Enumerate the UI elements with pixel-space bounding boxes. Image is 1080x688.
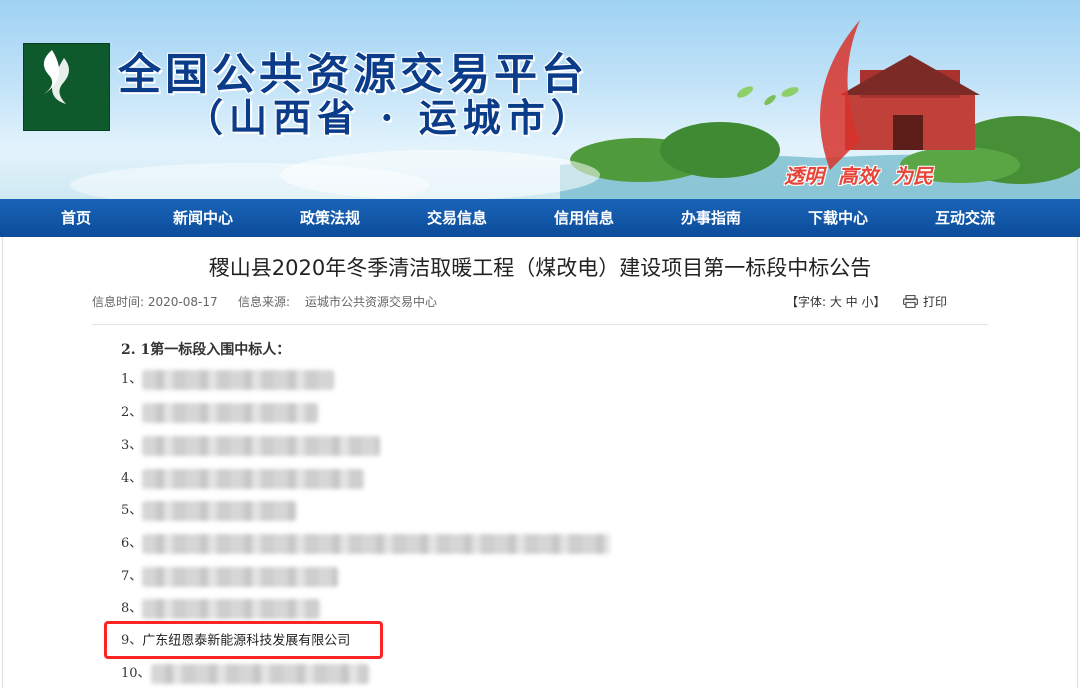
list-item: 1、 <box>121 369 335 391</box>
redacted-name <box>142 403 319 423</box>
nav-interaction[interactable]: 互动交流 <box>910 199 1020 237</box>
list-item: 8、 <box>121 598 321 620</box>
main-nav: 首页 新闻中心 政策法规 交易信息 信用信息 办事指南 下载中心 互动交流 <box>0 199 1080 237</box>
redacted-name <box>150 664 369 684</box>
nav-trade-info[interactable]: 交易信息 <box>402 199 512 237</box>
highlight-box <box>104 621 383 659</box>
header-banner: 全国公共资源交易平台 （山西省 · 运城市） 透明 高效 为民 <box>0 0 1080 199</box>
article-title: 稷山县2020年冬季清洁取暖工程（煤改电）建设项目第一标段中标公告 <box>208 256 872 280</box>
nav-policy[interactable]: 政策法规 <box>275 199 385 237</box>
list-item: 7、 <box>121 566 339 588</box>
info-source-label: 信息来源: <box>238 295 291 309</box>
redacted-name <box>142 501 297 521</box>
nav-guide[interactable]: 办事指南 <box>656 199 766 237</box>
redacted-name <box>142 567 339 587</box>
list-item-number: 8、 <box>121 601 143 616</box>
print-button[interactable]: 打印 <box>903 293 947 310</box>
list-item-number: 3、 <box>121 438 143 453</box>
list-item: 6、 <box>121 533 611 555</box>
redacted-name <box>142 534 611 554</box>
list-item-number: 7、 <box>121 569 143 584</box>
list-item-number: 6、 <box>121 536 143 551</box>
list-item-number: 4、 <box>121 471 143 486</box>
slogan-2: 高效 <box>838 164 878 188</box>
nav-home[interactable]: 首页 <box>21 199 131 237</box>
redacted-name <box>142 599 321 619</box>
nav-news[interactable]: 新闻中心 <box>148 199 258 237</box>
list-item: 4、 <box>121 468 365 490</box>
list-item: 2、 <box>121 402 319 424</box>
printer-icon <box>903 295 918 308</box>
info-source: 运城市公共资源交易中心 <box>305 295 438 309</box>
site-logo[interactable] <box>23 43 110 131</box>
list-item-number: 5、 <box>121 503 143 518</box>
logo-icon <box>43 50 69 104</box>
list-item: 3、 <box>121 435 381 457</box>
redacted-name <box>142 469 365 489</box>
nav-credit-info[interactable]: 信用信息 <box>529 199 639 237</box>
font-size-control[interactable]: 【字体: 大 中 小】 <box>786 293 886 310</box>
site-subtitle: （山西省 · 运城市） <box>185 95 595 140</box>
list-item-number: 10、 <box>121 666 151 681</box>
print-label: 打印 <box>923 295 948 309</box>
list-item-number: 2、 <box>121 405 143 420</box>
slogan-1: 透明 <box>784 164 824 188</box>
section-heading: 2. 1第一标段入围中标人： <box>121 342 291 358</box>
divider <box>92 324 988 325</box>
redacted-name <box>142 370 335 390</box>
redacted-name <box>142 436 381 456</box>
list-item: 10、 <box>121 663 369 685</box>
list-item-number: 1、 <box>121 372 143 387</box>
slogan-3: 为民 <box>893 164 933 188</box>
nav-download[interactable]: 下载中心 <box>783 199 893 237</box>
info-time: 信息时间: 2020-08-17 <box>92 295 218 309</box>
list-item: 5、 <box>121 500 297 522</box>
